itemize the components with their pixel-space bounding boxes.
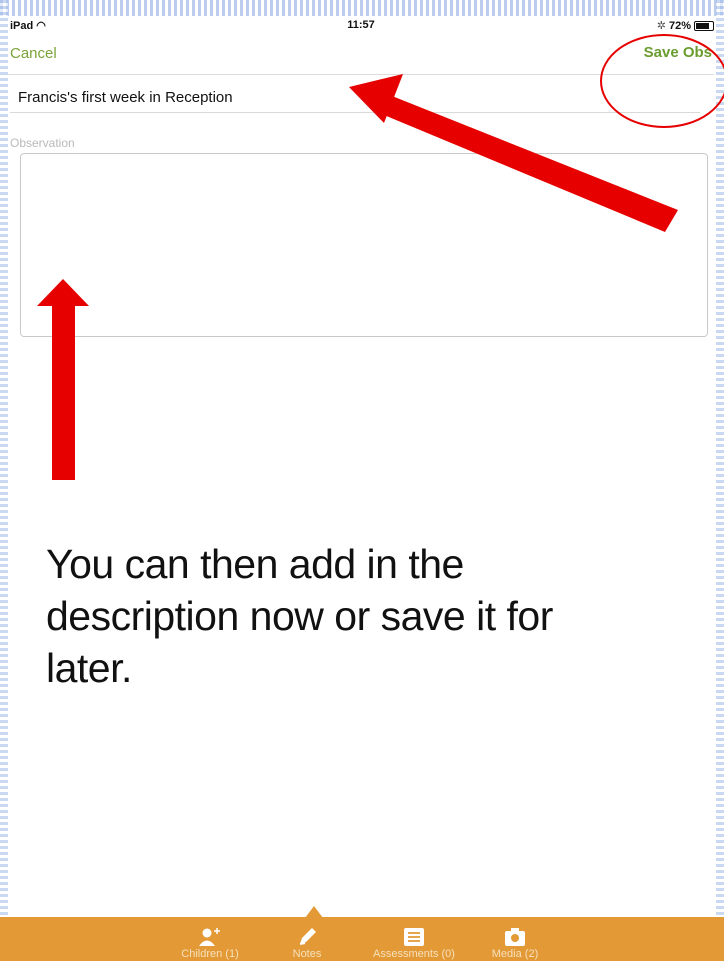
tab-label: Media (2) [491,948,539,960]
tab-media[interactable]: Media (2) [480,917,550,961]
tab-notes[interactable]: Notes [282,917,332,961]
tab-label: Notes [292,948,322,960]
status-bar: iPad ◠ 11:57 ✲ 72% [8,16,714,36]
tab-label: Children (1) [181,948,239,960]
tab-label: Assessments (0) [373,948,455,960]
decorative-frame-left [0,0,8,961]
status-right: ✲ 72% [657,19,714,32]
battery-icon [694,20,714,31]
add-child-icon [198,926,222,948]
decorative-frame-right [716,0,724,961]
tab-bar: Children (1) Notes Assessments (0) Media… [0,917,724,961]
tab-assessments[interactable]: Assessments (0) [366,917,462,961]
save-obs-button[interactable]: Save Obs [644,44,712,61]
status-time: 11:57 [347,19,375,31]
tab-children[interactable]: Children (1) [170,917,250,961]
annotation-text: You can then add in the description now … [46,541,553,691]
camera-icon [503,926,527,948]
observation-title-field[interactable] [10,83,700,113]
pencil-icon [296,926,318,948]
cancel-button[interactable]: Cancel [10,45,57,62]
app-screen: iPad ◠ 11:57 ✲ 72% Cancel Save Obs Obser… [8,16,714,961]
list-icon [402,926,426,948]
observation-textarea[interactable] [20,153,708,337]
observation-label: Observation [10,136,75,150]
bluetooth-icon: ✲ [656,20,666,32]
nav-bar: Cancel Save Obs [8,38,714,75]
battery-percent: 72% [668,19,691,32]
decorative-frame-top [0,0,724,16]
battery-fill [696,22,709,29]
